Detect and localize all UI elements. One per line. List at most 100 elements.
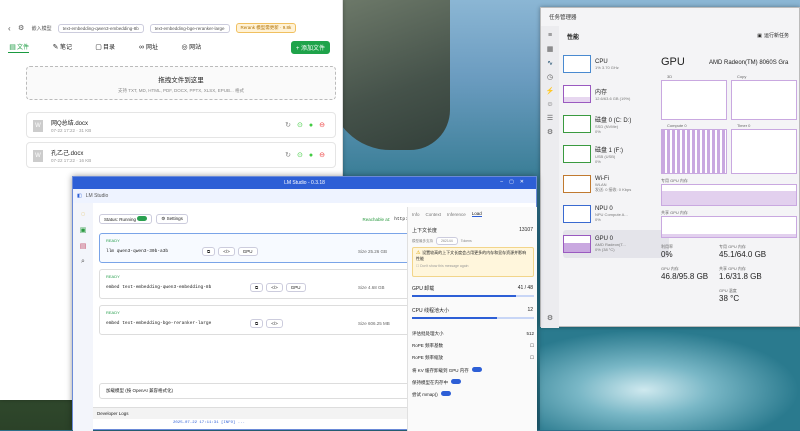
tab-notes[interactable]: ✎ 笔记 — [51, 42, 72, 52]
performance-icon[interactable]: ∿ — [541, 59, 559, 67]
run-new-task-button[interactable]: ▣ 运行新任务 — [757, 32, 789, 40]
param-row[interactable]: 尝试 mmap() — [412, 391, 534, 398]
cpu-threads-slider[interactable] — [412, 317, 534, 319]
perf-item-value: 0% — [595, 217, 601, 222]
refresh-icon[interactable]: ↻ — [285, 151, 291, 159]
users-icon[interactable]: ☺ — [541, 101, 559, 108]
model-name: embed text-embedding-bge-reranker-large — [106, 321, 212, 326]
tab-load[interactable]: Load — [471, 211, 482, 217]
graph-label-compute: Compute 0 — [667, 123, 687, 128]
chat-icon[interactable]: ◌ — [73, 211, 93, 218]
tab-urls[interactable]: ∞ 网址 — [137, 42, 158, 52]
param-row[interactable]: 保持模型在内存中 — [412, 379, 534, 386]
tab-info[interactable]: Info — [412, 212, 420, 217]
run-task-icon: ▣ — [757, 32, 762, 39]
file-row[interactable]: W 孔乙己.docx 07-22 17:22 · 16 KB ↻ ⊙ ● ⊖ — [26, 142, 336, 168]
status-ok-icon: ● — [308, 151, 314, 159]
cpu-threads-label: CPU 线程池大小 — [412, 308, 449, 314]
kb-tabs: ▤文件 ✎ 笔记 ▢目录 ∞ 网址 ◎网站 + 添加文件 — [8, 40, 338, 54]
file-meta: 07-22 17:22 · 16 KB — [51, 158, 92, 163]
perf-item-cpu[interactable]: CPU 1% 3.70 GHz — [563, 50, 655, 78]
perf-item-value: 0% — [595, 128, 601, 134]
param-row[interactable]: 评估批处理大小 512 — [412, 331, 534, 337]
model-state: READY — [106, 310, 120, 315]
model-code-button[interactable]: </> — [266, 283, 283, 292]
tab-inference[interactable]: Inference — [447, 212, 466, 217]
toggle-on-icon — [137, 216, 148, 221]
context-length-value[interactable]: 13107 — [519, 227, 533, 233]
developer-icon[interactable]: ▣ — [73, 226, 93, 234]
minimize-icon[interactable]: – — [500, 179, 509, 185]
services-icon[interactable]: ⚙ — [541, 128, 559, 136]
file-name: 孔乙己.docx — [51, 151, 84, 157]
tm-section-title: 性能 — [567, 35, 580, 41]
perf-item-disk0[interactable]: 磁盘 0 (C: D:) SSD (NVMe) 0% — [563, 110, 655, 138]
context-warning: ⚠ 设置较高的上下文长度会占用更多的内存和显存资源并影响性能 ☐ Don't s… — [412, 247, 534, 277]
search-icon[interactable]: ⌕ — [73, 258, 93, 266]
wallpaper-foam — [540, 330, 800, 430]
slider-fill — [412, 295, 516, 297]
slider-fill — [412, 317, 498, 319]
file-name: 网Q总结.docx — [51, 121, 89, 127]
perf-item-memory[interactable]: 内存 12.6/63.6 GB (19%) — [563, 80, 655, 108]
context-max: 262144 — [436, 237, 458, 245]
perf-item-npu[interactable]: NPU 0 NPU Compute A... 0% — [563, 200, 655, 228]
details-icon[interactable]: ☰ — [541, 114, 559, 122]
menu-icon[interactable]: ≡ — [541, 32, 559, 39]
tab-files[interactable]: ▤文件 — [8, 42, 30, 53]
param-row[interactable]: RoPE 频率缩放 ☐ — [412, 355, 534, 361]
perf-item-wifi[interactable]: Wi-Fi WLAN 发送: 0 接收: 0 Kbps — [563, 170, 655, 198]
gear-icon: ⚙ — [161, 216, 166, 221]
delete-icon[interactable]: ⊖ — [319, 151, 325, 159]
startup-icon[interactable]: ⚡ — [541, 87, 559, 95]
perf-item-value: 0% (38 °C) — [595, 247, 615, 252]
embed-model-chip[interactable]: text-embedding-qwen3-embedding-8b — [57, 23, 144, 33]
gpu-offload-value[interactable]: 41 / 48 — [518, 285, 533, 291]
param-row[interactable]: 将 KV 缓存卸载到 GPU 内存 — [412, 367, 534, 374]
refresh-icon[interactable]: ↻ — [285, 121, 291, 129]
model-copy-button[interactable]: ⧉ — [250, 283, 264, 292]
docx-icon: W — [33, 150, 43, 162]
model-size: Size 606.25 MB — [358, 321, 390, 326]
cpu-threads-value[interactable]: 12 — [527, 307, 533, 313]
model-state: READY — [106, 238, 120, 243]
check-circle-icon[interactable]: ⊙ — [297, 121, 303, 129]
kb-dropzone[interactable]: 拖拽文件到这里 支持 TXT, MD, HTML, PDF, DOCX, PPT… — [26, 66, 336, 100]
back-icon[interactable]: ‹ — [8, 24, 11, 33]
model-code-button[interactable]: </> — [266, 319, 283, 328]
server-settings-button[interactable]: ⚙ Settings — [156, 214, 188, 224]
tab-directory[interactable]: ▢目录 — [94, 42, 115, 52]
gpu-name: AMD Radeon(TM) 8060S Gra — [709, 60, 789, 66]
gpu-offload-slider[interactable] — [412, 295, 534, 297]
tab-websites[interactable]: ◎网站 — [180, 42, 202, 52]
add-file-button[interactable]: + 添加文件 — [290, 40, 330, 54]
close-icon[interactable]: ✕ — [520, 179, 530, 185]
dont-show-checkbox[interactable]: ☐ Don't show this message again — [416, 264, 530, 268]
perf-item-name: 内存 — [595, 90, 608, 96]
update-badge[interactable]: Rerank 模型需更新 · 9.8k — [235, 23, 297, 33]
check-circle-icon[interactable]: ⊙ — [297, 151, 303, 159]
processes-icon[interactable]: ▦ — [541, 45, 559, 53]
toggle-icon: ☐ — [529, 343, 534, 348]
delete-icon[interactable]: ⊖ — [319, 121, 325, 129]
history-icon[interactable]: ◷ — [541, 73, 559, 81]
models-icon[interactable]: ▤ — [73, 242, 93, 250]
perf-item-name: 磁盘 1 (F:) — [595, 147, 623, 154]
model-copy-button[interactable]: ⧉ — [202, 247, 216, 256]
perf-item-gpu[interactable]: GPU 0 AMD Radeon(T... 0% (38 °C) — [563, 230, 669, 258]
settings-icon[interactable]: ⚙ — [17, 24, 26, 33]
log-line: 2025-07-22 17:11:31 [INFO] ... — [173, 421, 246, 425]
perf-item-disk1[interactable]: 磁盘 1 (F:) USB (USB) 0% — [563, 140, 655, 168]
file-row[interactable]: W 网Q总结.docx 07-22 17:22 · 31 KB ↻ ⊙ ● ⊖ — [26, 112, 336, 138]
status-running-toggle[interactable]: Status: Running — [99, 214, 153, 224]
perf-thumb — [563, 85, 591, 103]
param-row[interactable]: RoPE 频率基数 ☐ — [412, 343, 534, 349]
model-copy-button[interactable]: ⧉ — [250, 319, 264, 328]
model-state: READY — [106, 274, 120, 279]
perf-thumb — [563, 175, 591, 193]
model-code-button[interactable]: </> — [218, 247, 235, 256]
settings-icon[interactable]: ⚙ — [541, 314, 559, 322]
maximize-icon[interactable]: ▢ — [509, 179, 520, 185]
tab-context[interactable]: Context — [426, 212, 442, 217]
rerank-model-chip[interactable]: text-embedding-bge-reranker-large — [149, 23, 230, 33]
